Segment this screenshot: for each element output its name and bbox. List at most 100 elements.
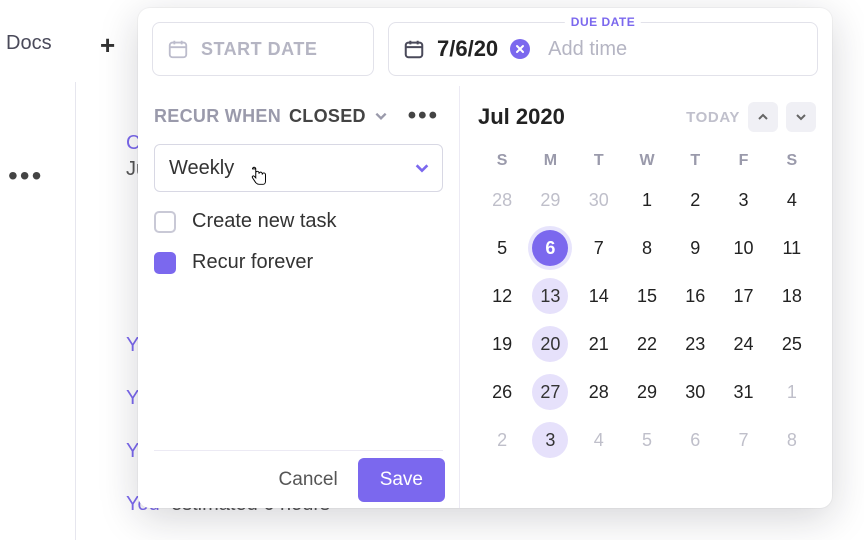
calendar-day[interactable]: 17 (719, 272, 767, 320)
calendar-day[interactable]: 1 (623, 176, 671, 224)
calendar-day[interactable]: 2 (671, 176, 719, 224)
calendar-dow: T (671, 146, 719, 176)
calendar-day[interactable]: 28 (478, 176, 526, 224)
chevron-down-icon (414, 160, 430, 176)
activity-sidebar (0, 82, 76, 540)
frequency-select[interactable]: Weekly (154, 144, 443, 192)
recur-when-label: RECUR WHEN (154, 106, 281, 127)
calendar-day-number: 3 (726, 182, 762, 218)
calendar-day-number: 31 (726, 374, 762, 410)
calendar-dow: S (478, 146, 526, 176)
calendar-day[interactable]: 29 (623, 368, 671, 416)
calendar-day[interactable]: 27 (526, 368, 574, 416)
calendar-icon (167, 38, 189, 60)
add-tab-button[interactable]: + (100, 30, 115, 61)
calendar-day-number: 10 (726, 230, 762, 266)
calendar-day[interactable]: 30 (575, 176, 623, 224)
recur-when-dropdown[interactable]: RECUR WHEN CLOSED ••• (154, 102, 443, 130)
checkbox-checked-icon (154, 252, 176, 274)
calendar-day-number: 8 (774, 422, 810, 458)
calendar-day[interactable]: 13 (526, 272, 574, 320)
calendar-week: 2345678 (478, 416, 816, 464)
calendar-day-number: 25 (774, 326, 810, 362)
calendar-day[interactable]: 12 (478, 272, 526, 320)
calendar-day[interactable]: 10 (719, 224, 767, 272)
calendar-day[interactable]: 1 (768, 368, 816, 416)
calendar-day[interactable]: 25 (768, 320, 816, 368)
calendar-day[interactable]: 7 (575, 224, 623, 272)
calendar-day-number: 7 (726, 422, 762, 458)
calendar-day-number: 4 (581, 422, 617, 458)
calendar-day-number: 6 (677, 422, 713, 458)
calendar-day-number: 18 (774, 278, 810, 314)
calendar-day[interactable]: 8 (768, 416, 816, 464)
calendar-day-number: 17 (726, 278, 762, 314)
calendar-day-number: 5 (484, 230, 520, 266)
calendar-day[interactable]: 5 (623, 416, 671, 464)
calendar-day[interactable]: 16 (671, 272, 719, 320)
calendar-day[interactable]: 11 (768, 224, 816, 272)
calendar-day-number: 1 (774, 374, 810, 410)
prev-month-button[interactable] (748, 102, 778, 132)
tab-docs[interactable]: Docs (0, 16, 70, 83)
calendar-day[interactable]: 6 (526, 224, 574, 272)
calendar-dow: W (623, 146, 671, 176)
calendar-day-number: 26 (484, 374, 520, 410)
add-time-button[interactable]: Add time (548, 38, 627, 61)
calendar-day-number: 5 (629, 422, 665, 458)
calendar-day[interactable]: 8 (623, 224, 671, 272)
calendar-day[interactable]: 3 (719, 176, 767, 224)
create-new-task-option[interactable]: Create new task (154, 210, 443, 233)
clear-due-date-button[interactable] (510, 39, 530, 59)
recur-forever-option[interactable]: Recur forever (154, 251, 443, 274)
due-date-field[interactable]: DUE DATE 7/6/20 Add time (388, 22, 818, 76)
calendar-day[interactable]: 4 (768, 176, 816, 224)
calendar-day-number: 1 (629, 182, 665, 218)
calendar-day[interactable]: 28 (575, 368, 623, 416)
calendar-day[interactable]: 5 (478, 224, 526, 272)
calendar-day[interactable]: 3 (526, 416, 574, 464)
calendar-day[interactable]: 30 (671, 368, 719, 416)
cancel-button[interactable]: Cancel (259, 451, 358, 508)
due-date-value: 7/6/20 (437, 36, 498, 62)
calendar-day-number: 4 (774, 182, 810, 218)
calendar-day[interactable]: 18 (768, 272, 816, 320)
calendar-day-number: 16 (677, 278, 713, 314)
calendar-day-number: 30 (581, 182, 617, 218)
calendar-day-number: 23 (677, 326, 713, 362)
calendar-day[interactable]: 9 (671, 224, 719, 272)
calendar-day[interactable]: 14 (575, 272, 623, 320)
calendar-day[interactable]: 29 (526, 176, 574, 224)
calendar-icon (403, 38, 425, 60)
save-button[interactable]: Save (358, 458, 445, 502)
calendar-day[interactable]: 24 (719, 320, 767, 368)
calendar-day[interactable]: 19 (478, 320, 526, 368)
calendar-day[interactable]: 26 (478, 368, 526, 416)
calendar-day[interactable]: 21 (575, 320, 623, 368)
more-icon[interactable]: ••• (8, 160, 43, 192)
calendar-day[interactable]: 22 (623, 320, 671, 368)
calendar-day[interactable]: 4 (575, 416, 623, 464)
chevron-down-icon (795, 111, 807, 123)
close-icon (515, 44, 525, 54)
calendar-day-number: 28 (484, 182, 520, 218)
chevron-down-icon (374, 109, 388, 123)
calendar-day-number: 2 (484, 422, 520, 458)
calendar-day-number: 12 (484, 278, 520, 314)
calendar-day-number: 7 (581, 230, 617, 266)
calendar-day[interactable]: 20 (526, 320, 574, 368)
calendar-day[interactable]: 6 (671, 416, 719, 464)
calendar-week: 262728293031 1 (478, 368, 816, 416)
calendar-day[interactable]: 2 (478, 416, 526, 464)
calendar-day[interactable]: 7 (719, 416, 767, 464)
today-button[interactable]: TODAY (686, 109, 740, 126)
start-date-field[interactable]: START DATE (152, 22, 374, 76)
calendar-day[interactable]: 23 (671, 320, 719, 368)
next-month-button[interactable] (786, 102, 816, 132)
calendar-grid: 2829301234567891011121314151617181920212… (478, 176, 816, 464)
calendar-day-number: 21 (581, 326, 617, 362)
calendar-day[interactable]: 15 (623, 272, 671, 320)
calendar-dow: M (526, 146, 574, 176)
recur-more-button[interactable]: ••• (404, 102, 443, 130)
calendar-day[interactable]: 31 (719, 368, 767, 416)
